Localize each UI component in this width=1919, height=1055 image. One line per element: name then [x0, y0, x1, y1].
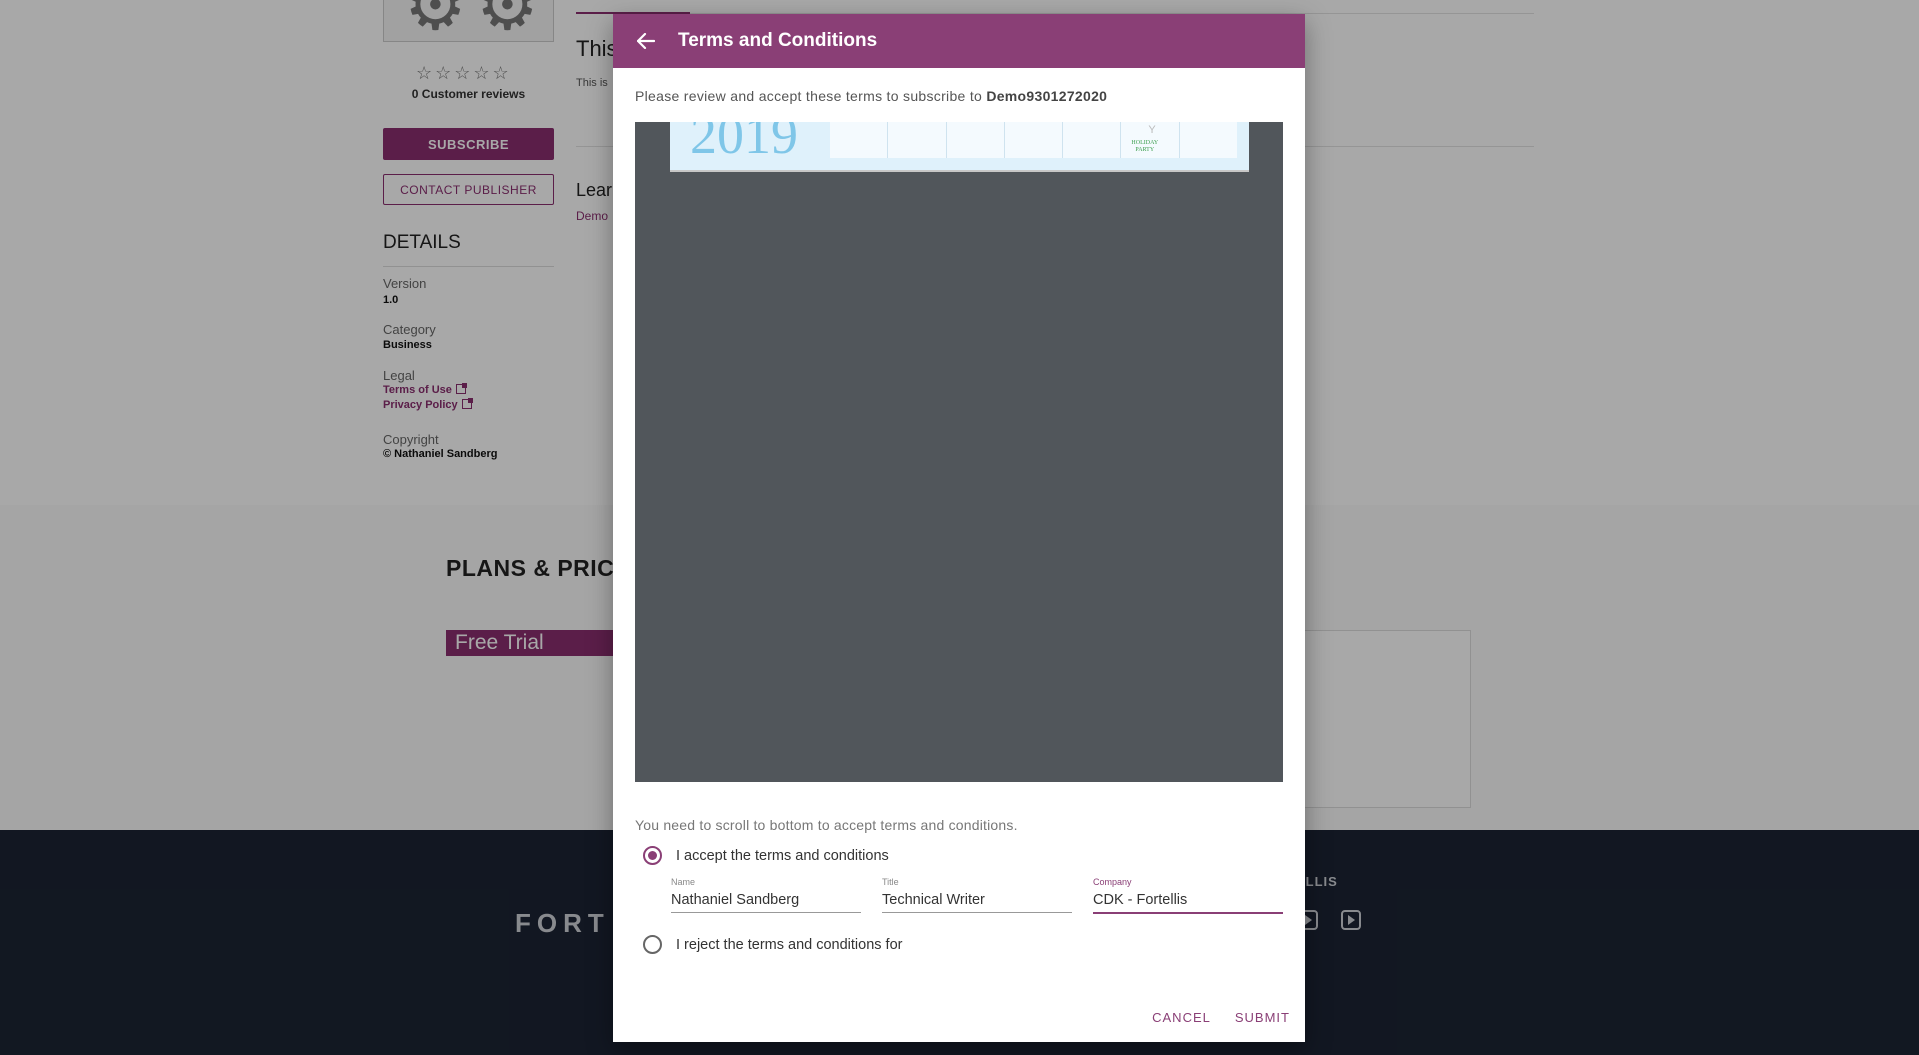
reject-radio[interactable]: [643, 935, 662, 954]
name-field-label: Name: [671, 877, 696, 887]
calendar-cell: [1063, 122, 1122, 158]
title-input[interactable]: Technical Writer: [882, 892, 1072, 913]
cancel-button[interactable]: CANCEL: [1152, 1010, 1211, 1025]
name-field[interactable]: Name Nathaniel Sandberg: [671, 877, 861, 913]
glass-icon: Y: [1148, 124, 1156, 136]
accept-option[interactable]: I accept the terms and conditions: [643, 846, 889, 865]
intro-text: Please review and accept these terms to …: [635, 88, 983, 104]
calendar-cell: [1005, 122, 1064, 158]
accept-label: I accept the terms and conditions: [676, 847, 889, 864]
dialog-header: Terms and Conditions: [613, 14, 1305, 68]
calendar-cell: [947, 122, 1005, 158]
name-input[interactable]: Nathaniel Sandberg: [671, 892, 861, 913]
title-field-label: Title: [882, 877, 899, 887]
holiday-line-1: HOLIDAY: [1131, 140, 1159, 146]
accept-radio[interactable]: [643, 846, 662, 865]
calendar-cell: [888, 122, 947, 158]
dialog-intro: Please review and accept these terms to …: [635, 88, 1107, 104]
terms-dialog: Terms and Conditions Please review and a…: [613, 14, 1305, 1042]
submit-button[interactable]: SUBMIT: [1235, 1010, 1290, 1025]
dialog-title: Terms and Conditions: [678, 30, 878, 51]
calendar-cell: Y HOLIDAY PARTY: [1121, 122, 1180, 158]
calendar-cell: [1180, 122, 1237, 158]
scroll-hint: You need to scroll to bottom to accept t…: [635, 817, 1018, 833]
product-name: Demo9301272020: [986, 88, 1108, 104]
holiday-party-label: HOLIDAY PARTY: [1131, 140, 1158, 154]
terms-document-viewer[interactable]: 2019 Y HOLIDAY PARTY: [635, 122, 1283, 782]
arrow-left-icon: [637, 33, 655, 49]
calendar-grid: Y HOLIDAY PARTY: [830, 122, 1237, 158]
document-page: 2019 Y HOLIDAY PARTY: [670, 122, 1249, 172]
reject-option[interactable]: I reject the terms and conditions for: [643, 935, 902, 954]
holiday-line-2: PARTY: [1135, 147, 1155, 153]
company-field[interactable]: Company CDK - Fortellis: [1093, 877, 1283, 914]
company-input[interactable]: CDK - Fortellis: [1093, 892, 1283, 914]
back-button[interactable]: [635, 30, 657, 52]
company-field-label: Company: [1093, 877, 1132, 887]
title-field[interactable]: Title Technical Writer: [882, 877, 1072, 913]
calendar-cell: [830, 122, 889, 158]
dialog-actions: CANCEL SUBMIT: [1152, 1010, 1290, 1025]
document-year: 2019: [690, 122, 798, 165]
reject-label: I reject the terms and conditions for: [676, 936, 903, 953]
